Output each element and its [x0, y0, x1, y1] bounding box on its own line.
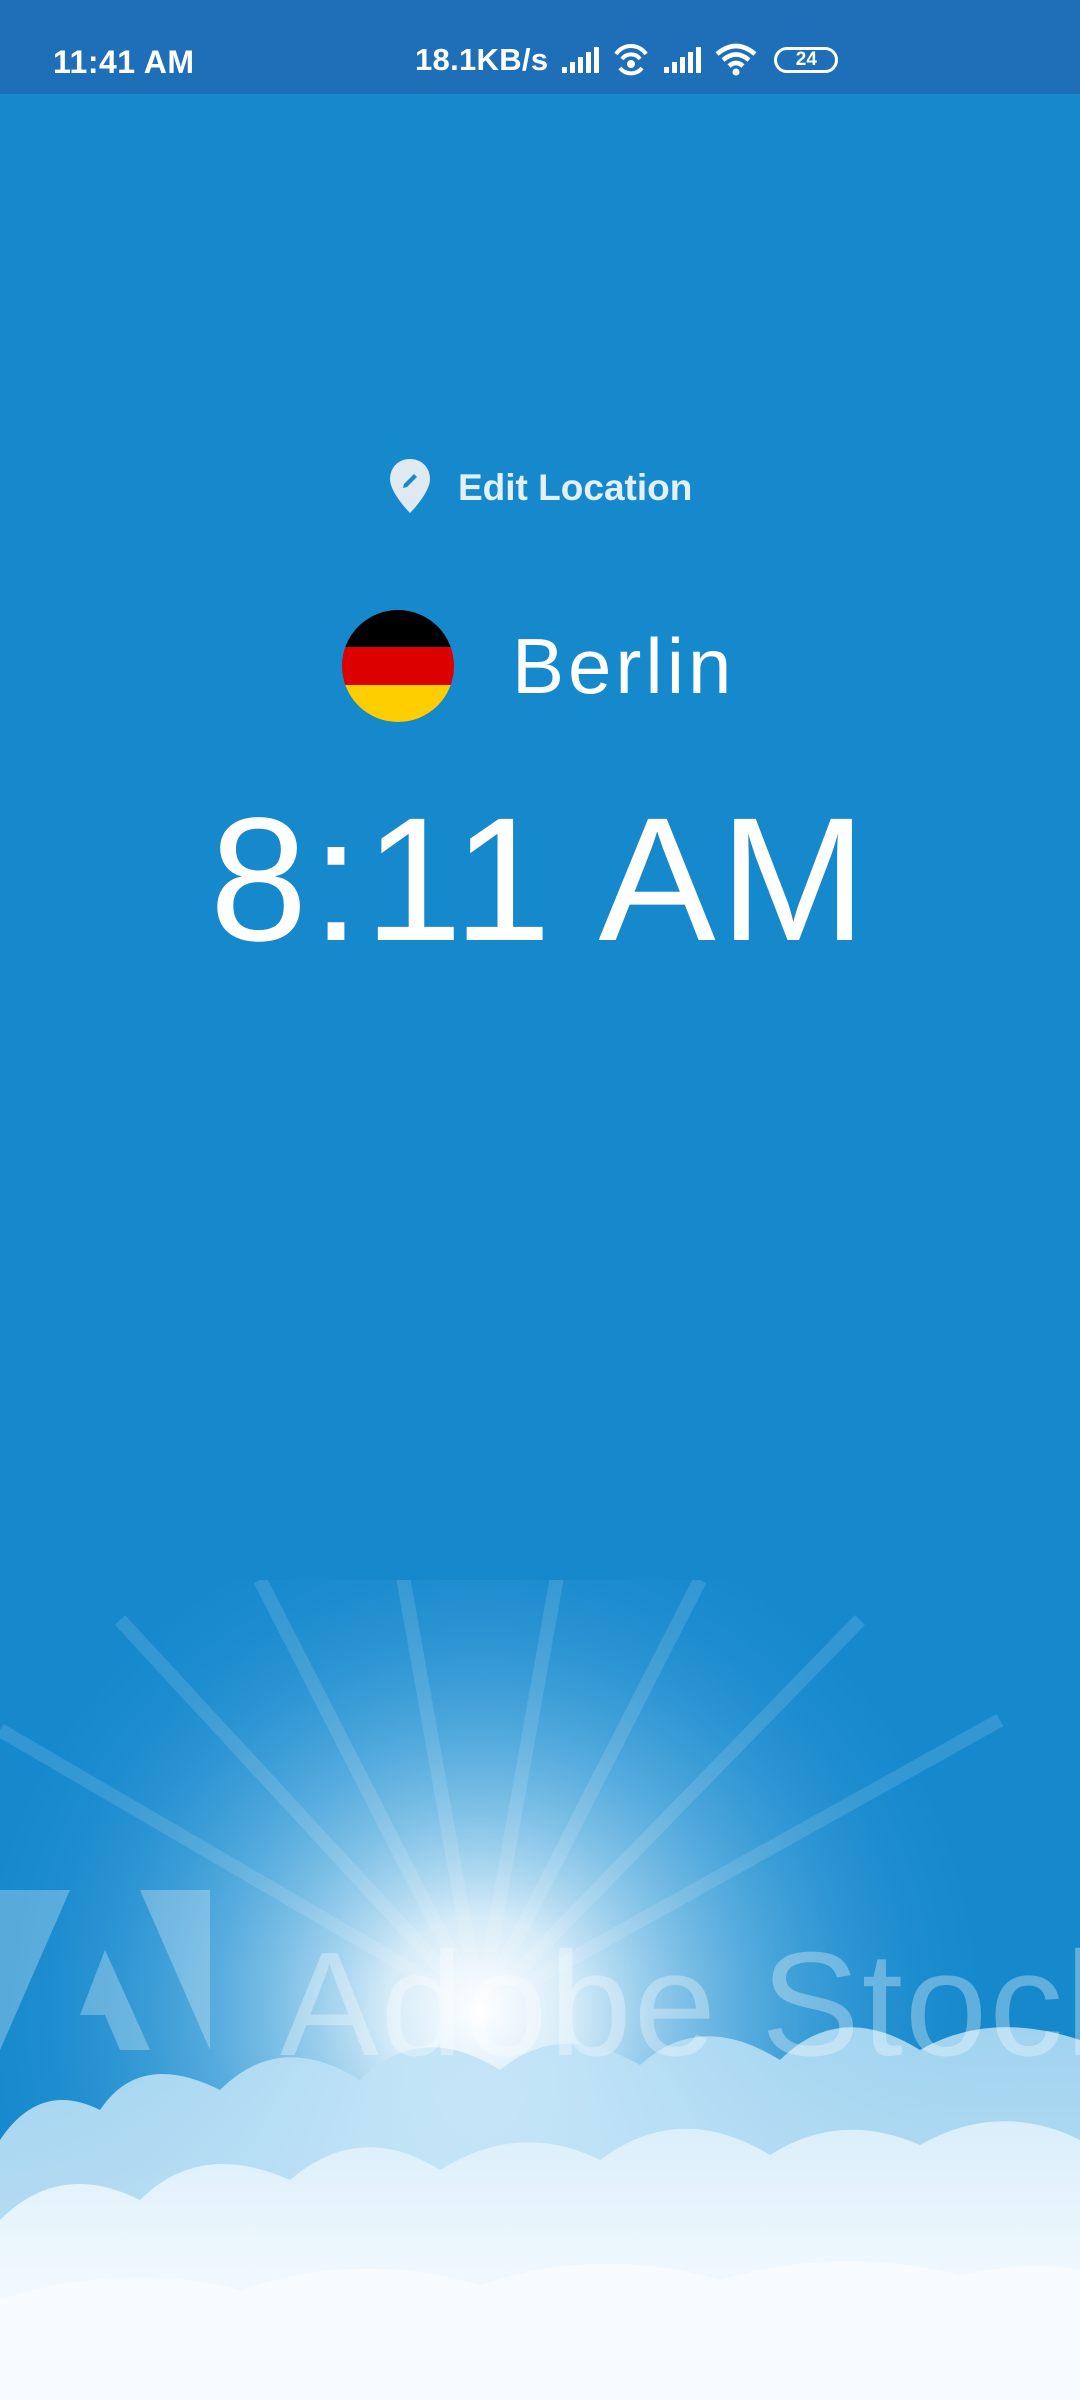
edit-location-button[interactable]: Edit Location [388, 458, 692, 518]
signal-icon [662, 45, 702, 75]
location-pin-edit-icon [388, 457, 432, 520]
germany-flag-icon [342, 610, 454, 722]
status-bar: 11:41 AM 18.1KB/s 24 [0, 0, 1080, 94]
edit-location-label: Edit Location [458, 467, 693, 508]
battery-icon: 24 [774, 47, 839, 73]
world-clock-screen: 11:41 AM 18.1KB/s 24 Adobe Stock Edit Lo… [0, 0, 1080, 2400]
city-name: Berlin [512, 621, 736, 710]
status-icons: 18.1KB/s 24 [415, 40, 839, 80]
wifi-icon [714, 43, 758, 77]
sky-clouds-background [0, 1580, 1080, 2400]
city-row: Berlin [342, 608, 735, 724]
network-speed: 18.1KB/s [415, 42, 549, 77]
status-time: 11:41 AM [53, 44, 195, 80]
clock-time: 8:11 AM [209, 782, 871, 978]
signal-icon [560, 45, 600, 75]
hotspot-icon [612, 42, 650, 78]
